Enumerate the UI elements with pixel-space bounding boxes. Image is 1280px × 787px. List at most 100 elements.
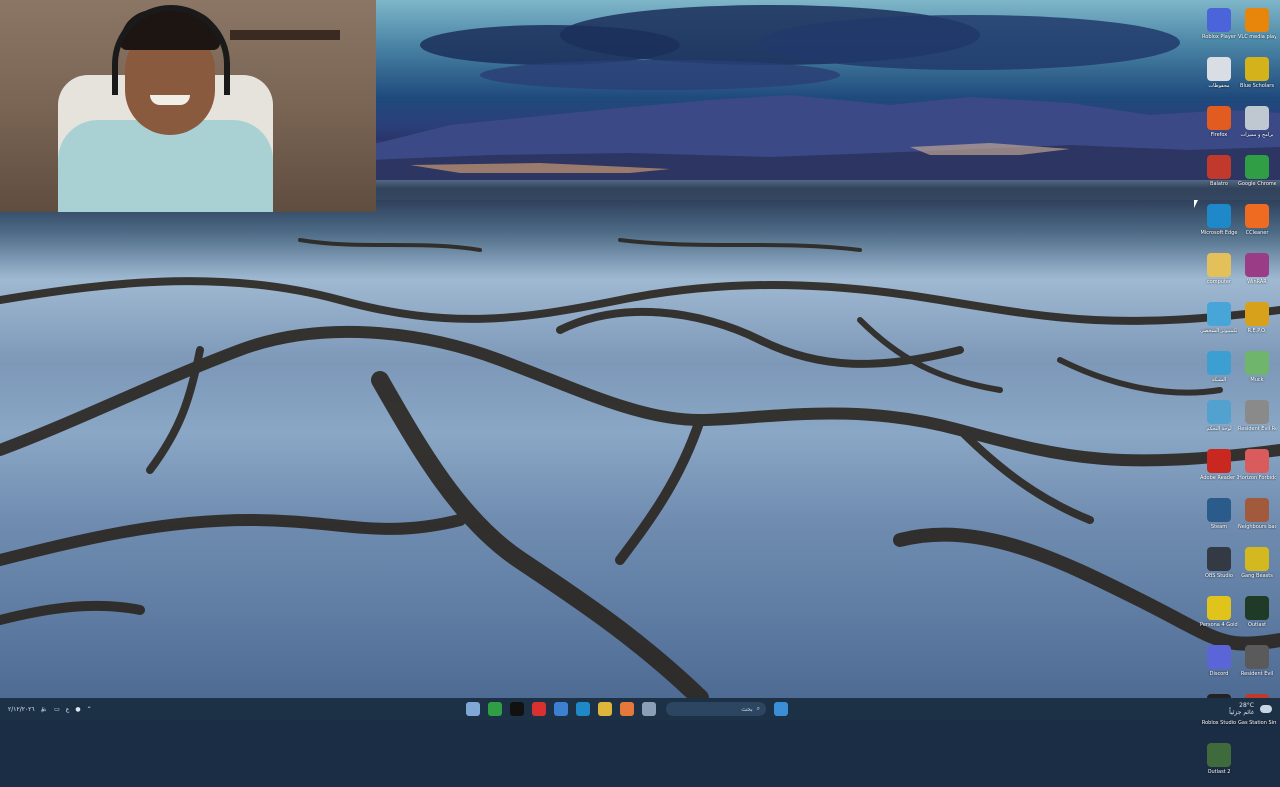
weather-text-block: 28°C غائم جزئياً [1229,702,1254,716]
desktop-icon-chrome[interactable]: Google Chrome [1238,151,1276,199]
settings-icon [1245,106,1269,130]
taskbar: ٢/١٢/٢٠٢٦ 🔈 ▭ ع ● ⌃ بحث ⌕ 28°C غائم جزئي… [0,698,1280,720]
weather-temp: 28°C [1239,702,1254,709]
desktop-icon-vlc[interactable]: VLC media player [1238,4,1276,52]
chrome-icon [1245,155,1269,179]
desktop-icon-roblox-player[interactable]: Roblox Player [1200,4,1238,52]
desktop-icon-label: Resident Evil Requiem [1238,426,1276,432]
desktop-icon-this-pc[interactable]: هذا الكمبيوتر الشخصي [1200,298,1238,346]
desktop-icon-folder-top[interactable]: محفوظات [1200,53,1238,101]
date-time[interactable]: ٢/١٢/٢٠٢٦ [8,706,35,713]
desktop-icon-label: Outlast [1247,622,1267,628]
language-icon[interactable]: ع [66,706,70,713]
desktop-icon-computer-folder[interactable]: computer [1200,249,1238,297]
desktop-icon-label: Resident Evil [1240,671,1274,677]
volume-icon[interactable]: 🔈 [41,706,48,713]
desktop-icon-winrar[interactable]: WinRAR [1238,249,1276,297]
search-box[interactable]: بحث ⌕ [666,702,766,716]
desktop-icon-muck[interactable]: Muck [1238,347,1276,395]
taskbar-apps [462,702,660,716]
desktop-icon-acrobat[interactable]: Adobe Reader X [1200,445,1238,493]
blue-scholar-icon [1245,57,1269,81]
desktop-icon-discord[interactable]: Discord [1200,641,1238,689]
desktop-icon-settings[interactable]: برامج و مميزات [1238,102,1276,150]
desktop-icon-control-panel[interactable]: لوحة التحكم [1200,396,1238,444]
ostuile-icon [1207,743,1231,767]
left-tray: ٢/١٢/٢٠٢٦ 🔈 ▭ ع ● ⌃ [8,698,92,720]
desktop-icon-label: Google Chrome [1238,181,1276,187]
discord-icon [1207,645,1231,669]
desktop-icon-persona4[interactable]: Persona 4 Golden [1200,592,1238,640]
re-village-icon [1245,645,1269,669]
taskbar-recording-icon[interactable] [532,702,546,716]
desktop-icon-label: Outlast 2 [1207,769,1231,775]
desktop-icon-label: Persona 4 Golden [1200,622,1238,628]
balatro-icon [1207,155,1231,179]
taskbar-photos-icon[interactable] [620,702,634,716]
taskbar-center: بحث ⌕ [462,702,792,716]
taskbar-chrome-icon[interactable] [488,702,502,716]
desktop-icon-gang-beasts[interactable]: Gang Beasts [1238,543,1276,591]
desktop-icon-label: VLC media player [1238,34,1276,40]
weather-desc: غائم جزئياً [1229,709,1254,716]
desktop-icon-label: برامج و مميزات [1240,132,1274,138]
desktop-icon-edge[interactable]: Microsoft Edge [1200,200,1238,248]
computer-folder-icon [1207,253,1231,277]
start-icon[interactable] [774,702,788,716]
desktop-icon-horizon[interactable]: Horizon Forbidden [1238,445,1276,493]
desktop-icon-label: OBS Studio [1205,573,1233,579]
desktop-icon-blue-scholar[interactable]: Blue Scholars [1238,53,1276,101]
webcam-shelf [230,30,340,40]
steam-icon [1207,498,1231,522]
desktop-icon-outlast[interactable]: Outlast [1238,592,1276,640]
weather-icon [1260,705,1272,713]
repo-icon [1245,302,1269,326]
desktop-icon-label: Muck [1250,377,1264,383]
search-icon: ⌕ [756,705,760,712]
control-panel-icon [1207,400,1231,424]
re-requiem-icon [1245,400,1269,424]
firefox-icon [1207,106,1231,130]
desktop-icon-label: محفوظات [1208,83,1230,89]
desktop-icon-label: CCleaner [1245,230,1269,236]
desktop-icon-label: هذا الكمبيوتر الشخصي [1200,328,1238,334]
taskbar-edge-icon[interactable] [576,702,590,716]
chevron-up-icon[interactable]: ⌃ [87,706,92,713]
desktop-icon-label: Blue Scholars [1240,83,1274,89]
desktop-icon-label: R.E.P.O. [1247,328,1267,334]
outlast-icon [1245,596,1269,620]
desktop-icon-neighbours[interactable]: Neighbours back From [1238,494,1276,542]
desktop-icon-ostuile[interactable]: Outlast 2 [1200,739,1238,787]
desktop-icon-ccleaner[interactable]: CCleaner [1238,200,1276,248]
weather-widget[interactable]: 28°C غائم جزئياً [1229,698,1272,720]
desktop-icon-firefox[interactable]: Firefox [1200,102,1238,150]
desktop-icon-label: لوحة التحكم [1206,426,1232,432]
network-icon[interactable]: ▭ [54,706,60,713]
taskbar-tiktok-icon[interactable] [510,702,524,716]
desktop-icon-label: Adobe Reader X [1200,475,1238,481]
desktop-icon-label: Roblox Player [1202,34,1236,40]
taskbar-files-icon[interactable] [598,702,612,716]
search-text: بحث [741,705,753,713]
acrobat-icon [1207,449,1231,473]
desktop-icon-label: Roblox Studio [1201,720,1237,726]
mic-icon[interactable]: ● [75,706,80,713]
desktop-icon-re-village[interactable]: Resident Evil [1238,641,1276,689]
taskbar-pin-icon[interactable] [466,702,480,716]
gang-beasts-icon [1245,547,1269,571]
desktop-icon-label: Gang Beasts [1241,573,1273,579]
desktop-icon-label: الشبكة [1211,377,1227,383]
desktop-icon-obs[interactable]: OBS Studio [1200,543,1238,591]
desktop-icon-label: Balatro [1210,181,1228,187]
desktop-icon-re-requiem[interactable]: Resident Evil Requiem [1238,396,1276,444]
taskbar-paint-icon[interactable] [554,702,568,716]
desktop-icon-steam[interactable]: Steam [1200,494,1238,542]
desktop-icon-network[interactable]: الشبكة [1200,347,1238,395]
obs-icon [1207,547,1231,571]
desktop-icon-repo[interactable]: R.E.P.O. [1238,298,1276,346]
desktop-icon-balatro[interactable]: Balatro [1200,151,1238,199]
edge-icon [1207,204,1231,228]
desktop-icon-label: Discord [1209,671,1229,677]
desktop-icons: Roblox PlayerVLC media player محفوظات Blue… [1190,0,1280,775]
taskbar-desktop-icon[interactable] [642,702,656,716]
